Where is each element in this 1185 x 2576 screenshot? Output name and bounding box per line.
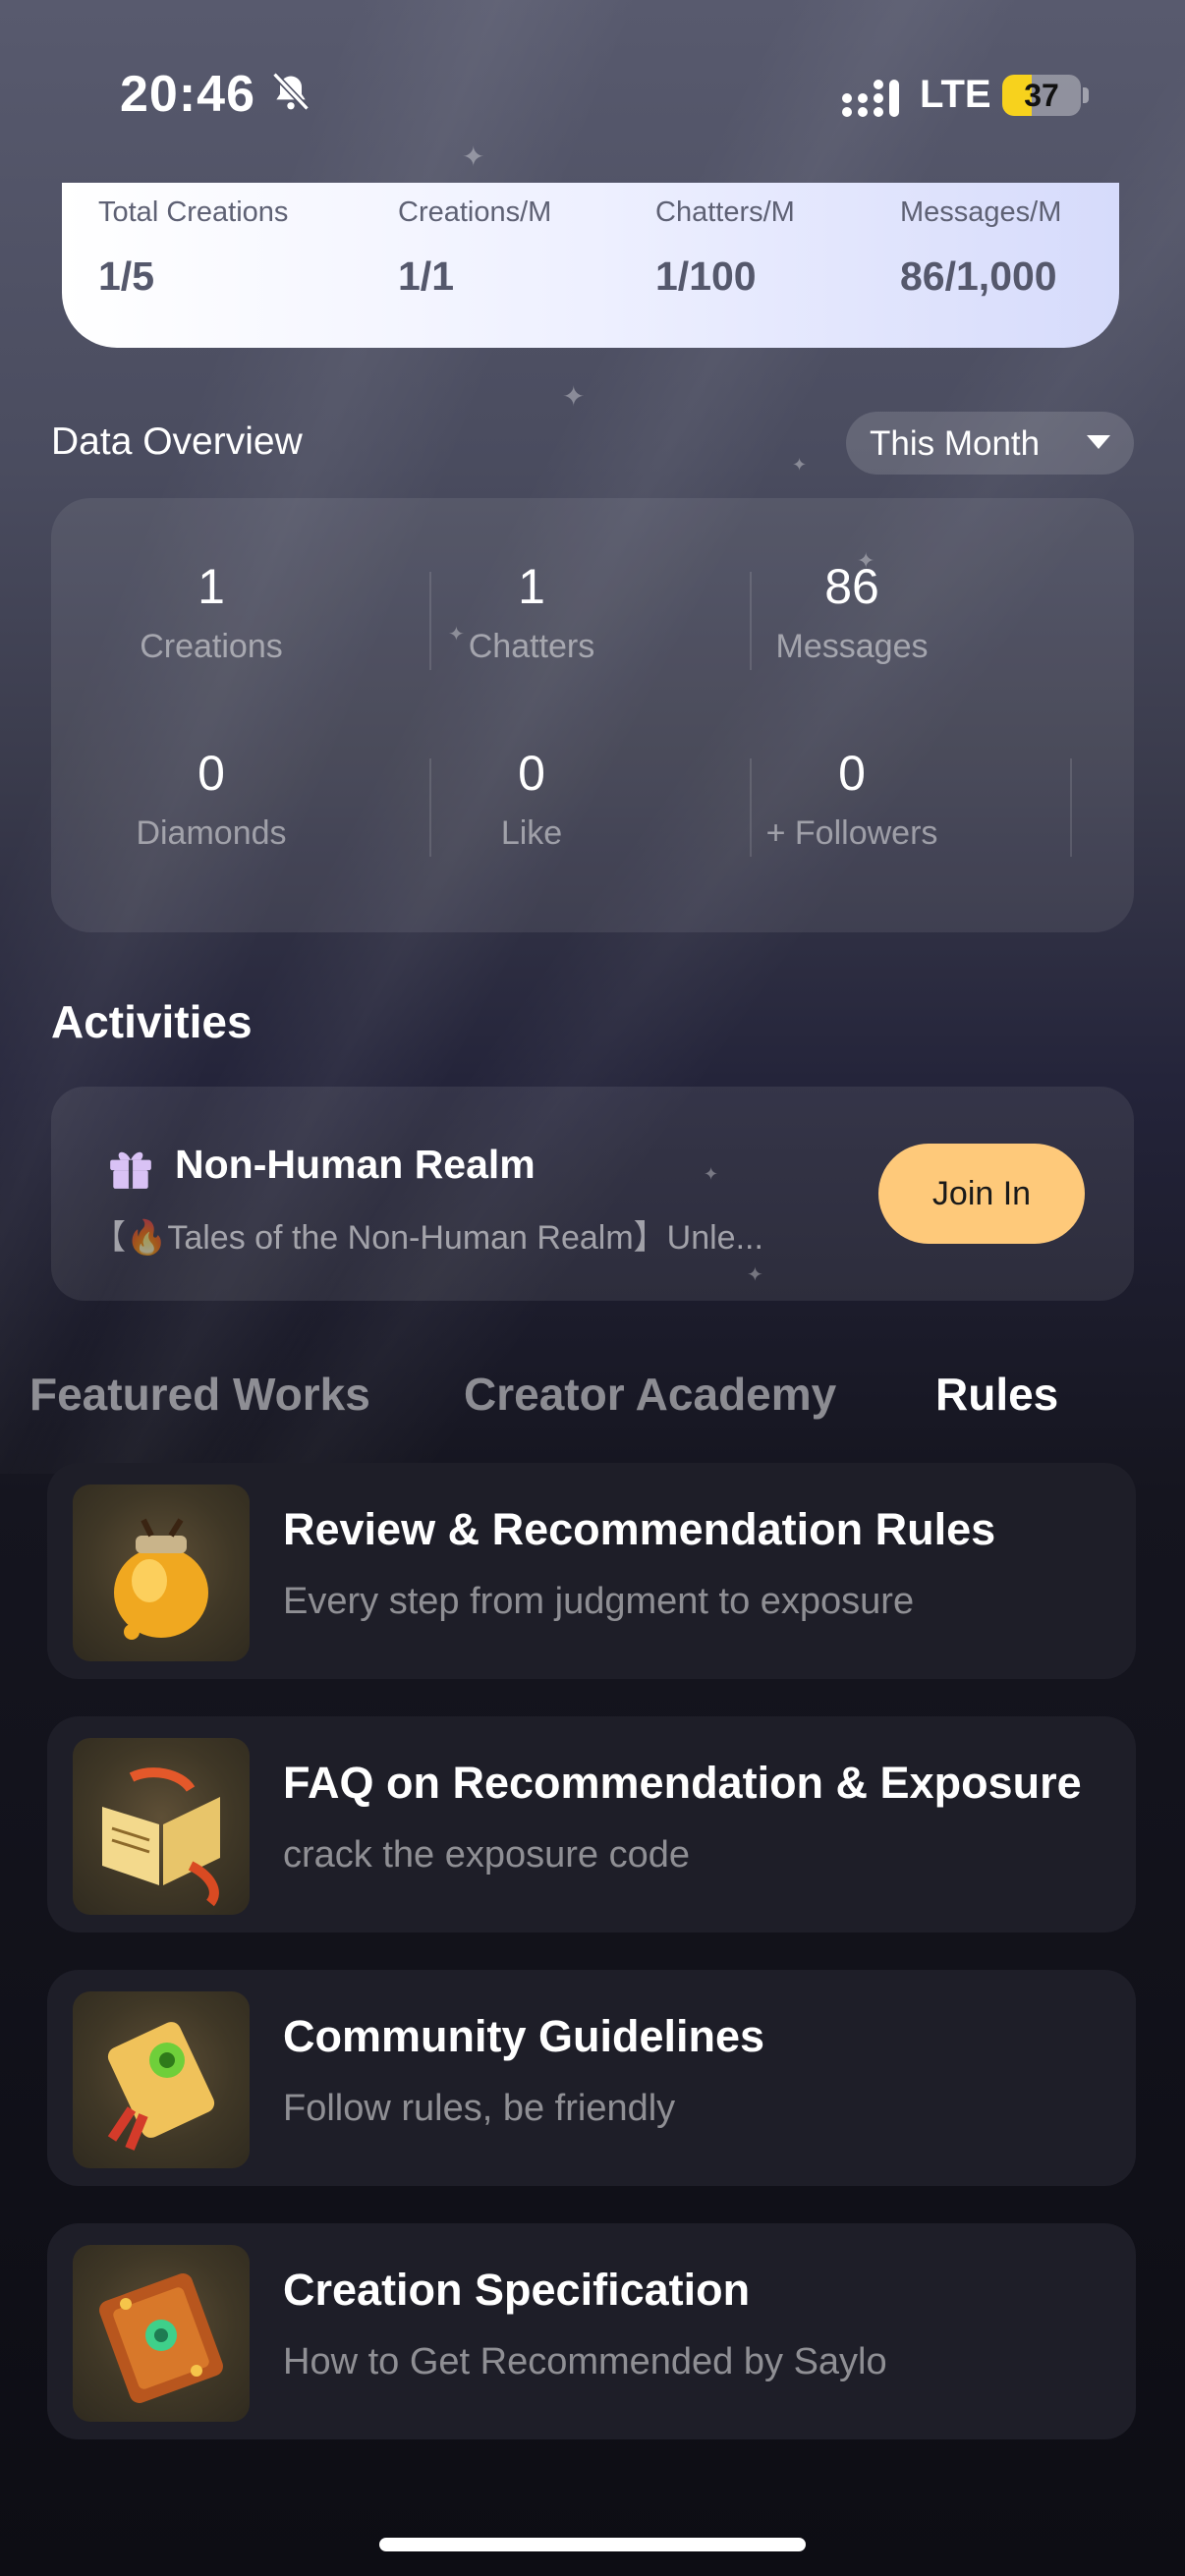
activity-card[interactable]: Non-Human Realm 【🔥Tales of the Non-Human… — [51, 1087, 1134, 1301]
rule-title: Community Guidelines — [283, 2011, 765, 2061]
stat-value: 0 — [518, 746, 545, 801]
sparkle: ✦ — [792, 455, 808, 475]
battery-percent: 37 — [1024, 78, 1059, 113]
rule-title: Review & Recommendation Rules — [283, 1504, 996, 1554]
activity-description: 【🔥Tales of the Non-Human Realm】Unle... — [92, 1219, 763, 1257]
sparkle: ✦ — [562, 381, 586, 412]
stat-likes: 0 Like — [371, 744, 692, 853]
signal-icon — [842, 80, 899, 117]
rule-title: FAQ on Recommendation & Exposure — [283, 1758, 1082, 1808]
quota-label: Creations/M — [398, 196, 552, 228]
stat-value: 1 — [198, 559, 225, 614]
stat-followers: 0 + Followers — [692, 744, 1012, 853]
rule-card[interactable]: FAQ on Recommendation & Exposure crack t… — [47, 1716, 1136, 1932]
rule-card[interactable]: Review & Recommendation Rules Every step… — [47, 1463, 1136, 1679]
stat-label: Creations — [140, 628, 283, 665]
stat-value: 0 — [198, 746, 225, 801]
stat-label: Like — [500, 814, 563, 852]
caret-down-icon — [1087, 435, 1110, 449]
activities-title: Activities — [51, 996, 253, 1047]
stat-label: Chatters — [468, 628, 595, 665]
quota-value: 1/1 — [398, 253, 454, 299]
quota-label: Chatters/M — [655, 196, 795, 228]
period-label: This Month — [870, 424, 1041, 463]
period-dropdown[interactable]: This Month — [846, 412, 1134, 475]
stat-chatters: 1 Chatters — [371, 557, 692, 666]
rule-card[interactable]: Community Guidelines Follow rules, be fr… — [47, 1970, 1136, 2186]
honey-jar-icon — [73, 1484, 250, 1661]
quota-value: 86/1,000 — [900, 253, 1057, 299]
rule-subtitle: Every step from judgment to exposure — [283, 1581, 915, 1622]
status-time: 20:46 — [120, 66, 255, 123]
open-book-icon — [73, 1738, 250, 1915]
stat-value: 0 — [838, 746, 866, 801]
tab-rules[interactable]: Rules — [935, 1368, 1058, 1421]
quota-label: Total Creations — [98, 196, 289, 228]
quota-value: 1/5 — [98, 253, 154, 299]
quota-card: Total Creations 1/5 Creations/M 1/1 Chat… — [62, 183, 1119, 348]
scroll-icon — [73, 1991, 250, 2168]
stat-messages: 86 Messages — [692, 557, 1012, 666]
data-overview-card: 1 Creations 1 Chatters 86 Messages 0 Dia… — [51, 498, 1134, 932]
rule-subtitle: How to Get Recommended by Saylo — [283, 2341, 887, 2382]
join-in-button[interactable]: Join In — [878, 1144, 1085, 1244]
stat-diamonds: 0 Diamonds — [51, 744, 371, 853]
quota-value: 1/100 — [655, 253, 757, 299]
network-type: LTE — [920, 73, 991, 116]
tab-featured-works[interactable]: Featured Works — [29, 1368, 370, 1421]
divider — [1070, 758, 1072, 857]
gift-icon — [110, 1151, 151, 1189]
tab-creator-academy[interactable]: Creator Academy — [464, 1368, 836, 1421]
spellbook-icon — [73, 2245, 250, 2422]
activity-name: Non-Human Realm — [175, 1142, 536, 1187]
stat-label: Diamonds — [136, 814, 287, 852]
status-bar: 20:46 LTE 37 — [0, 0, 1185, 196]
stat-label: + Followers — [765, 814, 938, 852]
rule-subtitle: Follow rules, be friendly — [283, 2088, 676, 2129]
stat-creations: 1 Creations — [51, 557, 371, 666]
bell-off-icon — [272, 72, 310, 111]
stat-value: 1 — [518, 559, 545, 614]
data-overview-title: Data Overview — [51, 420, 303, 463]
home-indicator — [379, 2538, 806, 2551]
stat-label: Messages — [775, 628, 929, 665]
stat-value: 86 — [824, 559, 879, 614]
rule-subtitle: crack the exposure code — [283, 1834, 691, 1876]
rule-title: Creation Specification — [283, 2265, 751, 2315]
quota-label: Messages/M — [900, 196, 1062, 228]
battery-icon: 37 — [1002, 75, 1081, 116]
rule-card[interactable]: Creation Specification How to Get Recomm… — [47, 2223, 1136, 2439]
battery-cap — [1083, 87, 1089, 103]
